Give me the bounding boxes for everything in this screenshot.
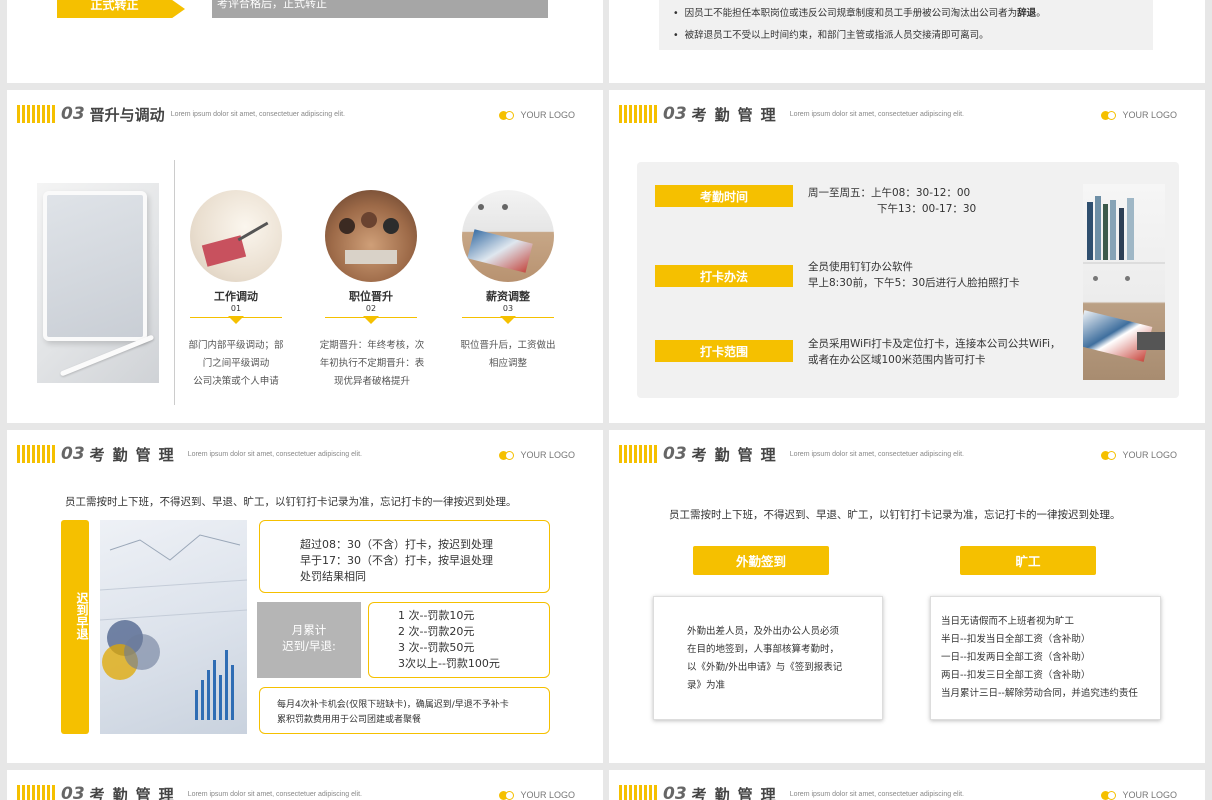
logo-text: YOUR LOGO — [1122, 110, 1177, 120]
slide-title: 考勤管理 — [89, 785, 182, 800]
attendance-label-time: 考勤时间 — [655, 185, 793, 207]
slide-title: 考勤管理 — [691, 105, 784, 124]
slide-promotion: 03 晋升与调动 Lorem ipsum dolor sit amet, con… — [7, 90, 603, 423]
late-rule-text: 超过08：30（不含）打卡，按迟到处理 早于17：30（不含）打卡，按早退处理 … — [300, 538, 493, 583]
slide-subtitle: Lorem ipsum dolor sit amet, consectetuer… — [187, 790, 362, 798]
logo: YOUR LOGO — [499, 790, 575, 800]
dismissal-bullet-1: • 因员工不能担任本职岗位或违反公司规章制度和员工手册被公司淘汰出公司者为辞退。 — [673, 8, 1046, 19]
slide-header: 03 考勤管理 Lorem ipsum dolor sit amet, cons… — [619, 444, 964, 464]
slide-probation: 正式转正 考评合格后，正式转正 — [7, 0, 603, 83]
logo-text: YOUR LOGO — [1122, 450, 1177, 460]
slide-subtitle: Lorem ipsum dolor sit amet, consectetuer… — [789, 110, 964, 118]
header-stripes-icon — [17, 785, 55, 800]
chevron-down-icon — [228, 316, 244, 324]
logo: YOUR LOGO — [499, 110, 575, 120]
regularization-tag-label: 正式转正 — [90, 0, 139, 12]
slide-late-early: 03 考勤管理 Lorem ipsum dolor sit amet, cons… — [7, 430, 603, 763]
makeup-text: 每月4次补卡机会(仅限下班缺卡)，确属迟到/早退不予补卡 累积罚款费用用于公司团… — [277, 700, 509, 725]
slide-title: 考勤管理 — [89, 445, 182, 464]
promo-item-desc-3: 职位晋升后，工资做出 相应调整 — [460, 340, 556, 369]
bullet-end: 。 — [1036, 8, 1046, 19]
section-number: 03 — [663, 104, 687, 124]
bullet-text: 因员工不能担任本职岗位或违反公司规章制度和员工手册被公司淘汰出公司者为 — [684, 8, 1018, 19]
header-stripes-icon — [619, 105, 657, 123]
promo-item-num-2: 02 — [365, 304, 377, 313]
slide-dismissal: • 因员工不能担任本职岗位或违反公司规章制度和员工手册被公司淘汰出公司者为辞退。… — [609, 0, 1205, 83]
slide-header: 03 考勤管理 Lorem ipsum dolor sit amet, cons… — [17, 784, 362, 800]
attendance-range-text: 全员采用WiFi打卡及定位打卡，连接本公司公共WiFi， 或者在办公区域100米… — [808, 338, 1061, 366]
slide-header: 03 考勤管理 Lorem ipsum dolor sit amet, cons… — [17, 444, 362, 464]
promo-item-num-1: 01 — [230, 304, 242, 313]
documents-illustration — [100, 534, 247, 720]
slide-absence: 03 考勤管理 Lorem ipsum dolor sit amet, cons… — [609, 430, 1205, 763]
slide-title: 晋升与调动 — [89, 105, 165, 124]
promo-item-photo-3 — [462, 190, 554, 282]
slide-header: 03 考勤管理 Lorem ipsum dolor sit amet, cons… — [619, 784, 964, 800]
slide-subtitle: Lorem ipsum dolor sit amet, consectetuer… — [789, 450, 964, 458]
section-number: 03 — [663, 784, 687, 800]
bookshelf-photo — [1083, 184, 1165, 380]
penalty-text: 1 次--罚款10元 2 次--罚款20元 3 次--罚款50元 3次以上--罚… — [398, 609, 500, 670]
chart-documents-photo — [100, 520, 247, 734]
attendance-method-text: 全员使用钉钉办公软件 早上8:30前，下午5：30后进行人脸拍照打卡 — [808, 261, 1020, 289]
regularization-bar-text: 考评合格后，正式转正 — [217, 0, 327, 10]
attendance-label-method: 打卡办法 — [655, 265, 793, 287]
late-intro: 员工需按时上下班，不得迟到、早退、旷工，以钉钉打卡记录为准，忘记打卡的一律按迟到… — [65, 496, 517, 508]
logo-text: YOUR LOGO — [1122, 790, 1177, 800]
chevron-down-icon — [500, 316, 516, 324]
promo-item-desc-2: 定期晋升：年终考核，次 年初执行不定期晋升：表 现优异者破格提升 — [319, 340, 425, 387]
dismissal-bullet-2: • 被辞退员工不受以上时间约束，和部门主管或指派人员交接清即可离司。 — [673, 30, 989, 41]
tablet-photo — [37, 183, 159, 383]
logo-text: YOUR LOGO — [520, 790, 575, 800]
absenteeism-text: 当日无请假而不上班者视为旷工 半日--扣发当日全部工资（含补助） 一日--扣发两… — [941, 616, 1138, 699]
promo-item-title-3: 薪资调整 — [486, 290, 530, 303]
header-stripes-icon — [619, 445, 657, 463]
absence-intro: 员工需按时上下班，不得迟到、早退、旷工，以钉钉打卡记录为准，忘记打卡的一律按迟到… — [669, 509, 1121, 521]
logo: YOUR LOGO — [499, 450, 575, 460]
promo-item-photo-1 — [190, 190, 282, 282]
slide-subtitle: Lorem ipsum dolor sit amet, consectetuer… — [187, 450, 362, 458]
promo-item-num-3: 03 — [502, 304, 514, 313]
logo: YOUR LOGO — [1101, 110, 1177, 120]
logo: YOUR LOGO — [1101, 450, 1177, 460]
section-number: 03 — [61, 444, 85, 464]
slide-attendance-next-left: 03 考勤管理 Lorem ipsum dolor sit amet, cons… — [7, 770, 603, 800]
logo: YOUR LOGO — [1101, 790, 1177, 800]
promo-item-photo-2 — [325, 190, 417, 282]
field-signin-label: 外勤签到 — [693, 546, 829, 575]
promo-item-title-2: 职位晋升 — [349, 290, 393, 303]
bullet-text: 被辞退员工不受以上时间约束，和部门主管或指派人员交接清即可离司。 — [684, 30, 989, 41]
slide-attendance-next-right: 03 考勤管理 Lorem ipsum dolor sit amet, cons… — [609, 770, 1205, 800]
header-stripes-icon — [17, 445, 55, 463]
section-number: 03 — [663, 444, 687, 464]
promo-item-title-1: 工作调动 — [214, 290, 258, 303]
slide-header: 03 考勤管理 Lorem ipsum dolor sit amet, cons… — [619, 104, 964, 124]
monthly-gray-label: 月累计 迟到/早退: — [282, 623, 336, 653]
section-number: 03 — [61, 784, 85, 800]
logo-text: YOUR LOGO — [520, 110, 575, 120]
attendance-time-text: 周一至周五：上午08：30-12：00 下午13：00-17：30 — [808, 187, 977, 215]
slide-subtitle: Lorem ipsum dolor sit amet, consectetuer… — [789, 790, 964, 798]
slide-attendance-rules: 03 考勤管理 Lorem ipsum dolor sit amet, cons… — [609, 90, 1205, 423]
absenteeism-label: 旷工 — [960, 546, 1096, 575]
promo-item-desc-1: 部门内部平级调动；部 门之间平级调动 公司决策或个人申请 — [188, 340, 284, 387]
header-stripes-icon — [619, 785, 657, 800]
chevron-down-icon — [363, 316, 379, 324]
field-signin-text: 外勤出差人员，及外出办公人员必须 在目的地签到，人事部核算考勤时， 以《外勤/外… — [687, 626, 843, 691]
bullet-bold: 辞退 — [1017, 8, 1037, 19]
attendance-label-range: 打卡范围 — [655, 340, 793, 362]
late-side-label: 迟到早退 — [75, 592, 89, 640]
slide-title: 考勤管理 — [691, 445, 784, 464]
slide-title: 考勤管理 — [691, 785, 784, 800]
slide-subtitle: Lorem ipsum dolor sit amet, consectetuer… — [170, 110, 345, 118]
slide-header: 03 晋升与调动 Lorem ipsum dolor sit amet, con… — [17, 104, 345, 124]
header-stripes-icon — [17, 105, 55, 123]
logo-text: YOUR LOGO — [520, 450, 575, 460]
section-number: 03 — [61, 104, 85, 124]
